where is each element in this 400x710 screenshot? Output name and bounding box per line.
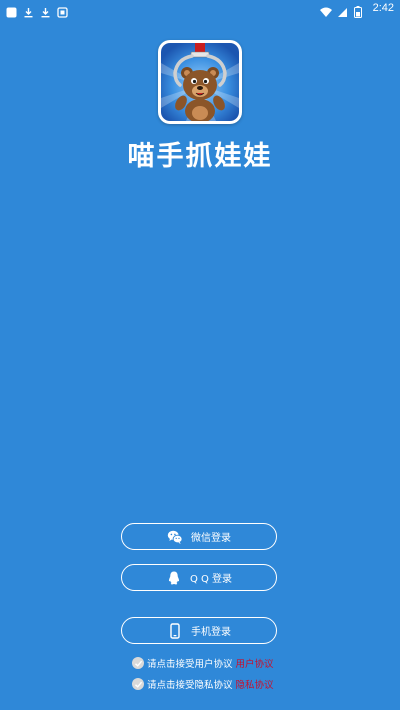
- privacy-agreement-row[interactable]: 请点击接受隐私协议 隐私协议: [132, 677, 274, 691]
- privacy-agreement-link[interactable]: 隐私协议: [236, 677, 274, 691]
- status-bar-right: 2:42: [319, 2, 394, 18]
- status-bar: 2:42: [0, 0, 400, 18]
- status-bar-left: [6, 3, 68, 18]
- user-agreement-row[interactable]: 请点击接受用户协议 用户协议: [132, 656, 274, 670]
- user-agreement-checkbox[interactable]: [132, 657, 144, 669]
- wechat-login-button[interactable]: 微信登录: [121, 523, 277, 550]
- wifi-icon: [319, 3, 332, 17]
- app-notification-icon: [6, 3, 17, 17]
- wechat-login-label: 微信登录: [191, 533, 231, 544]
- qq-penguin-icon: [166, 570, 182, 586]
- privacy-agreement-checkbox[interactable]: [132, 678, 144, 690]
- check-icon: [134, 681, 142, 688]
- status-time: 2:42: [372, 2, 394, 14]
- user-agreement-text: 请点击接受用户协议: [147, 659, 233, 670]
- download-icon: [40, 3, 51, 17]
- signal-icon: [337, 3, 348, 17]
- media-icon: [57, 3, 68, 18]
- phone-login-label: 手机登录: [191, 627, 231, 638]
- qq-login-label: Q Q 登录: [189, 574, 233, 585]
- app-logo: [158, 40, 242, 124]
- privacy-agreement-text: 请点击接受隐私协议: [147, 680, 233, 691]
- wechat-icon: [167, 529, 183, 545]
- download-icon: [23, 3, 34, 17]
- phone-icon: [167, 622, 183, 639]
- user-agreement-link[interactable]: 用户协议: [236, 656, 274, 670]
- check-icon: [134, 660, 142, 667]
- bear-claw-icon: [161, 43, 239, 121]
- qq-login-button[interactable]: Q Q 登录: [121, 564, 277, 591]
- app-title: 喵手抓娃娃: [127, 141, 273, 172]
- battery-icon: [353, 3, 365, 18]
- phone-login-button[interactable]: 手机登录: [121, 617, 277, 644]
